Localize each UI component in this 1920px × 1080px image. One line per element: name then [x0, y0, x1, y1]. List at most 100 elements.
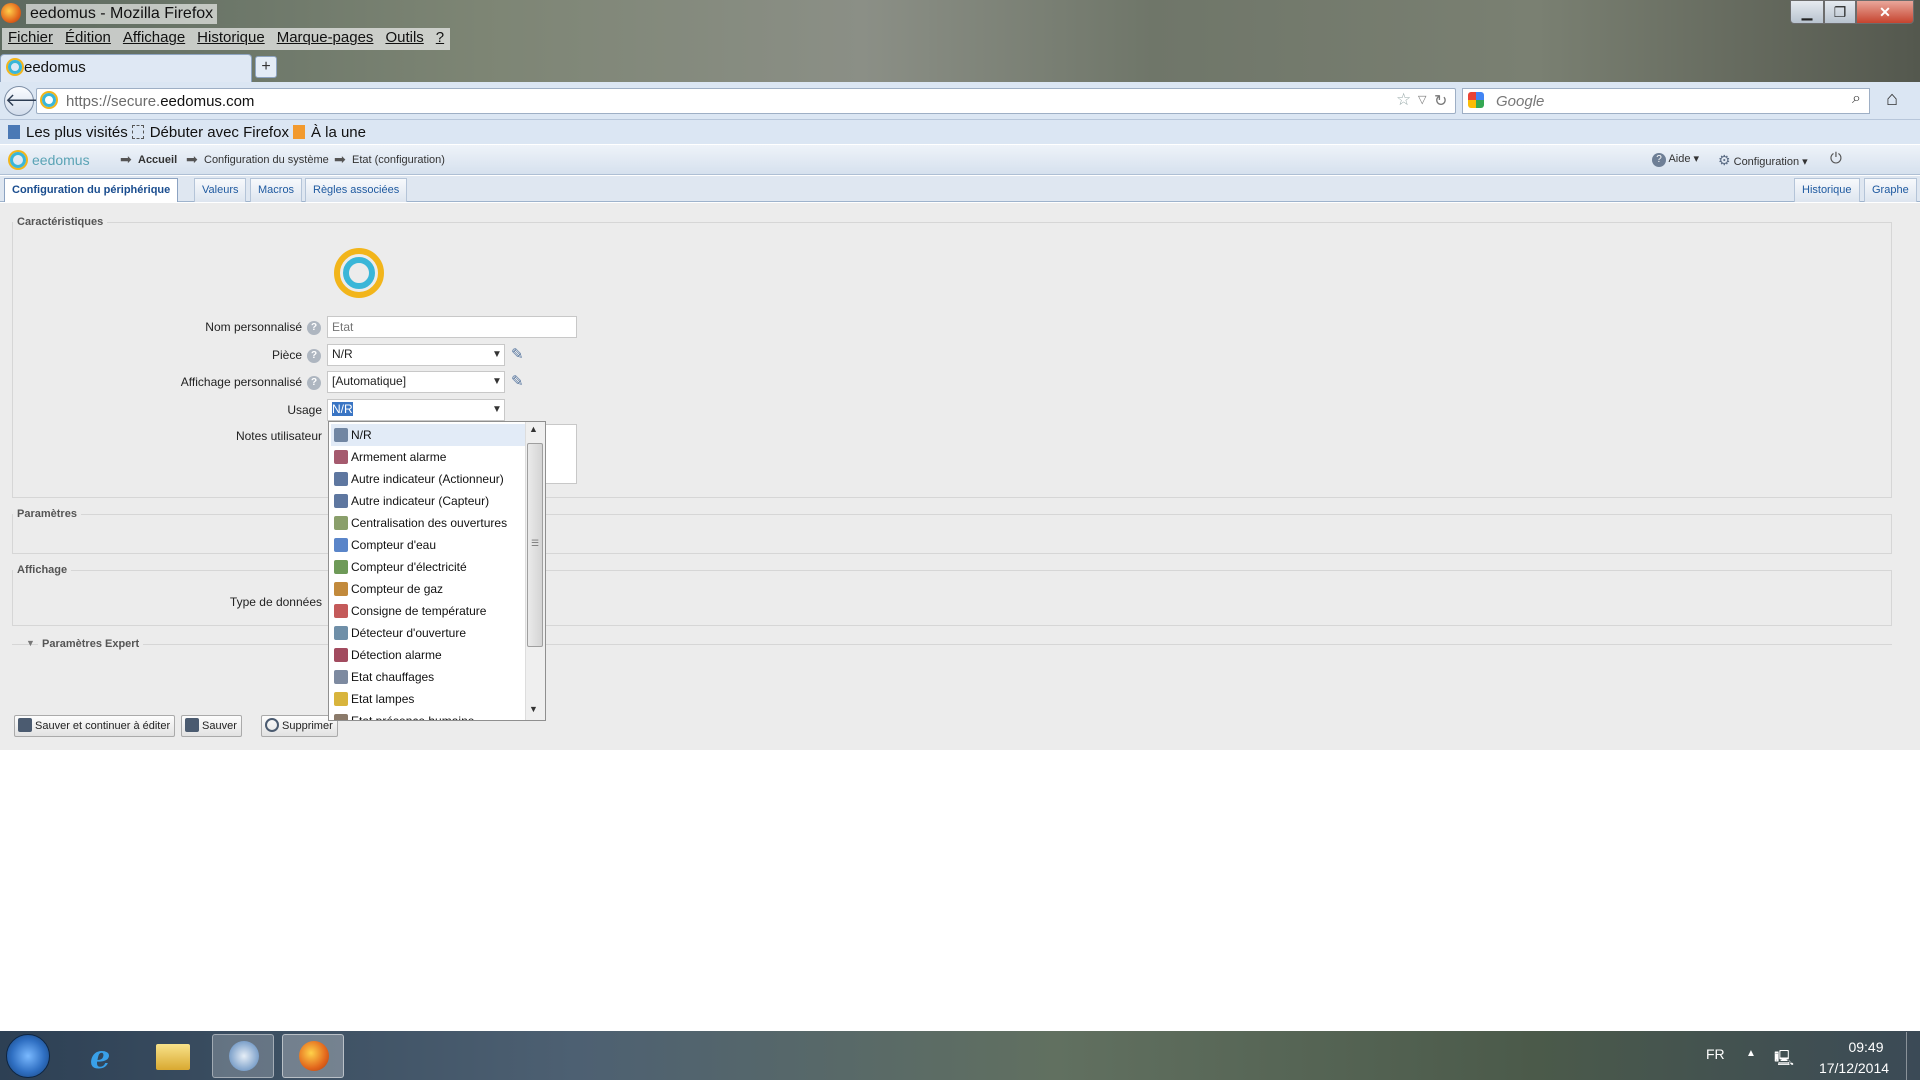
explorer-taskbar-button[interactable]	[142, 1034, 204, 1078]
scroll-up-arrow-icon[interactable]: ▲	[529, 424, 538, 434]
help-icon[interactable]: ?	[307, 349, 321, 363]
folder-icon	[156, 1044, 190, 1070]
minimize-button[interactable]: ▁	[1790, 0, 1824, 24]
usage-dropdown-list[interactable]: N/R Armement alarme Autre indicateur (Acti…	[328, 421, 546, 721]
firefox-taskbar-button[interactable]	[282, 1034, 344, 1078]
thermometer-icon	[334, 604, 348, 618]
tab-values[interactable]: Valeurs	[194, 178, 247, 202]
site-identity-icon[interactable]	[42, 93, 56, 107]
usage-option[interactable]: N/R	[331, 424, 526, 446]
usage-option-label: Etat chauffages	[351, 670, 435, 684]
usage-option[interactable]: Armement alarme	[331, 446, 526, 468]
tab-history[interactable]: Historique	[1794, 178, 1860, 202]
bookmark-getting-started[interactable]: Débuter avec Firefox	[150, 124, 289, 141]
clock-time[interactable]: 09:49	[1836, 1039, 1896, 1055]
search-placeholder[interactable]: Google	[1496, 93, 1544, 110]
nom-input[interactable]	[327, 316, 577, 338]
language-indicator[interactable]: FR	[1706, 1046, 1725, 1062]
breadcrumb-arrow-icon: ➡	[334, 151, 346, 167]
chevron-down-icon[interactable]: ▼	[492, 349, 502, 360]
usage-option[interactable]: Autre indicateur (Capteur)	[331, 490, 526, 512]
address-text[interactable]: https://secure.eedomus.com	[66, 93, 254, 110]
scroll-down-arrow-icon[interactable]: ▼	[529, 704, 538, 714]
thunderbird-taskbar-button[interactable]	[212, 1034, 274, 1078]
network-icon[interactable]: 🖳	[1774, 1048, 1794, 1073]
tab-device-configuration[interactable]: Configuration du périphérique	[4, 178, 179, 202]
usage-option[interactable]: Consigne de température	[331, 600, 526, 622]
usage-label: Usage	[287, 403, 322, 417]
url-history-dropdown-icon[interactable]: ▽	[1418, 93, 1426, 106]
configuration-menu[interactable]: ⚙ Configuration ▾	[1718, 152, 1808, 169]
menu-edition[interactable]: Édition	[59, 28, 117, 50]
internet-explorer-taskbar-button[interactable]: e	[74, 1034, 136, 1078]
menu-historique[interactable]: Historique	[191, 28, 271, 50]
help-icon[interactable]: ?	[307, 376, 321, 390]
close-button[interactable]: ✕	[1856, 0, 1914, 24]
help-icon[interactable]: ?	[307, 321, 321, 335]
usage-option[interactable]: Compteur d'électricité	[331, 556, 526, 578]
device-state-icon	[334, 248, 384, 298]
clock-date[interactable]: 17/12/2014	[1810, 1060, 1898, 1076]
bookmark-folder-icon	[8, 125, 20, 139]
bookmark-star-icon[interactable]: ☆	[1396, 90, 1411, 110]
back-button[interactable]: 🡐	[4, 86, 53, 116]
usage-option[interactable]: Etat lampes	[331, 688, 526, 710]
usage-option[interactable]: Centralisation des ouvertures	[331, 512, 526, 534]
help-menu[interactable]: ? Aide ▾	[1652, 152, 1699, 167]
tab-macros[interactable]: Macros	[250, 178, 303, 202]
firefox-icon	[299, 1041, 329, 1071]
usage-option[interactable]: Etat chauffages	[331, 666, 526, 688]
google-engine-icon[interactable]	[1468, 92, 1484, 108]
usage-option[interactable]: Autre indicateur (Actionneur)	[331, 468, 526, 490]
electricity-icon	[334, 560, 348, 574]
usage-option[interactable]: Compteur d'eau	[331, 534, 526, 556]
breadcrumb-home[interactable]: Accueil	[138, 154, 177, 166]
affichage-select[interactable]: [Automatique]	[327, 371, 505, 393]
usage-option-label: Compteur d'eau	[351, 538, 437, 552]
eedomus-logo-icon[interactable]	[10, 152, 26, 168]
eedomus-logo-text[interactable]: eedomus	[32, 152, 90, 168]
gear-icon: ⚙	[1718, 152, 1731, 168]
start-button[interactable]	[6, 1034, 50, 1078]
piece-select[interactable]: N/R	[327, 344, 505, 366]
usage-select[interactable]: N/R	[327, 399, 505, 421]
usage-option[interactable]: Compteur de gaz	[331, 578, 526, 600]
reload-icon[interactable]: ↻	[1434, 91, 1447, 111]
tray-expand-icon[interactable]: ▲	[1746, 1048, 1756, 1059]
chevron-down-icon[interactable]: ▼	[492, 376, 502, 387]
tab-graph[interactable]: Graphe	[1864, 178, 1917, 202]
search-icon[interactable]: ⌕	[1852, 90, 1861, 108]
menu-affichage[interactable]: Affichage	[117, 28, 191, 50]
bookmarks-toolbar: Les plus visités Débuter avec Firefox À …	[0, 120, 1920, 144]
bookmark-headlines[interactable]: À la une	[311, 124, 366, 141]
new-tab-button[interactable]: +	[255, 56, 277, 78]
usage-option-label: Compteur d'électricité	[351, 560, 467, 574]
usage-option[interactable]: Détecteur d'ouverture	[331, 622, 526, 644]
maximize-button[interactable]: ❐	[1824, 0, 1856, 24]
usage-option-label: N/R	[351, 428, 372, 442]
usage-option-label: Détection alarme	[351, 648, 442, 662]
menu-fichier[interactable]: Fichier	[2, 28, 59, 50]
expand-triangle-icon[interactable]: ▼	[26, 638, 35, 648]
menu-marque-pages[interactable]: Marque-pages	[271, 28, 380, 50]
bookmark-page-icon	[131, 125, 144, 139]
usage-option[interactable]: Détection alarme	[331, 644, 526, 666]
bookmark-most-visited[interactable]: Les plus visités	[26, 124, 128, 141]
breadcrumb-system-config[interactable]: Configuration du système	[204, 154, 329, 166]
power-icon[interactable]: ⏻	[1830, 150, 1842, 167]
edit-pencil-icon[interactable]: ✎	[511, 372, 524, 390]
usage-option[interactable]: Etat présence humaine	[331, 710, 526, 720]
thunderbird-icon	[229, 1041, 259, 1071]
chevron-down-icon[interactable]: ▼	[492, 404, 502, 415]
show-desktop-button[interactable]	[1906, 1032, 1920, 1080]
save-continue-button[interactable]: Sauver et continuer à éditer	[14, 715, 176, 737]
characteristics-legend: Caractéristiques	[17, 216, 104, 228]
menu-help[interactable]: ?	[430, 28, 450, 50]
edit-pencil-icon[interactable]: ✎	[511, 345, 524, 363]
water-drop-icon	[334, 538, 348, 552]
menu-bar: Fichier Édition Affichage Historique Mar…	[2, 28, 451, 50]
menu-outils[interactable]: Outils	[379, 28, 429, 50]
tab-associated-rules[interactable]: Règles associées	[305, 178, 408, 202]
expert-section-toggle[interactable]: Paramètres Expert	[38, 638, 144, 650]
home-icon[interactable]: ⌂	[1886, 88, 1898, 111]
